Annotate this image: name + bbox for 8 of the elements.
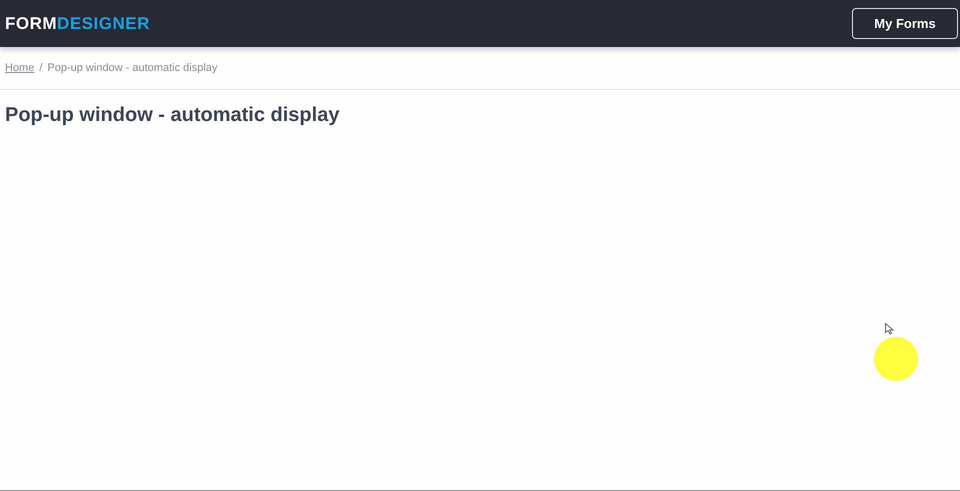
logo-text: DESIGNER [57, 14, 150, 34]
page-title: Pop-up window - automatic display [5, 104, 340, 127]
breadcrumb-current: Pop-up window - automatic display [47, 62, 218, 74]
cursor-icon [885, 323, 894, 335]
click-highlight [874, 337, 918, 381]
breadcrumb-separator: / [39, 62, 42, 74]
my-forms-button[interactable]: My Forms [852, 8, 958, 39]
logo-text: FORM [5, 14, 58, 34]
